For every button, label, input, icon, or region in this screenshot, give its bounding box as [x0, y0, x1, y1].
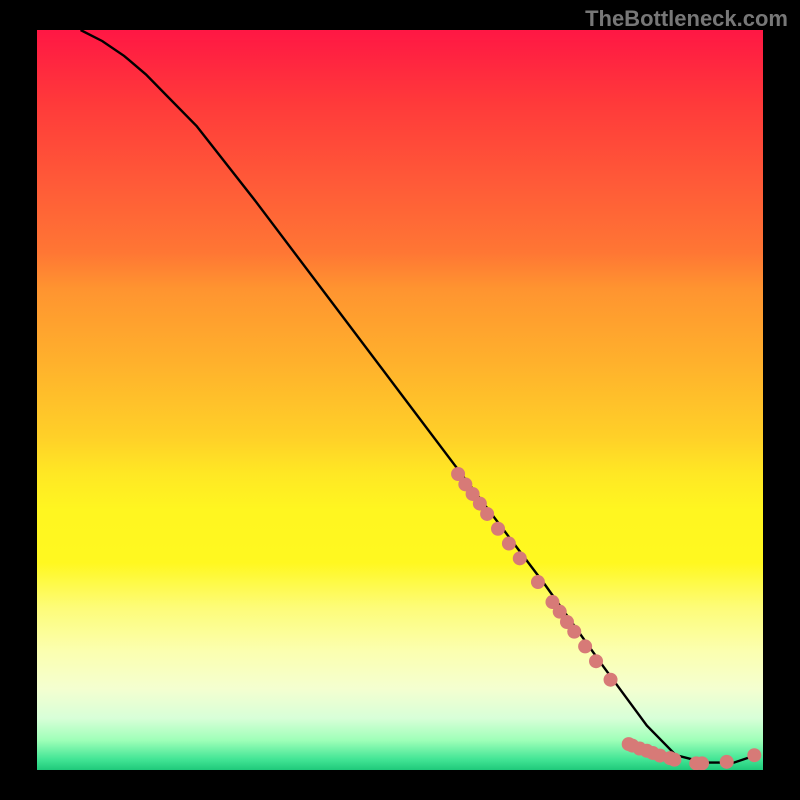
data-marker: [695, 756, 709, 770]
watermark-text: TheBottleneck.com: [585, 6, 788, 32]
data-marker: [567, 625, 581, 639]
data-marker: [604, 673, 618, 687]
data-marker: [720, 755, 734, 769]
data-marker: [589, 654, 603, 668]
marker-group: [451, 467, 761, 770]
chart-plot-area: [37, 30, 763, 770]
data-marker: [531, 575, 545, 589]
data-marker: [747, 748, 761, 762]
data-marker: [480, 507, 494, 521]
data-marker: [491, 522, 505, 536]
chart-svg: [37, 30, 763, 770]
curve-line: [81, 30, 756, 763]
data-marker: [667, 753, 681, 767]
data-marker: [578, 639, 592, 653]
data-marker: [513, 551, 527, 565]
data-marker: [502, 537, 516, 551]
